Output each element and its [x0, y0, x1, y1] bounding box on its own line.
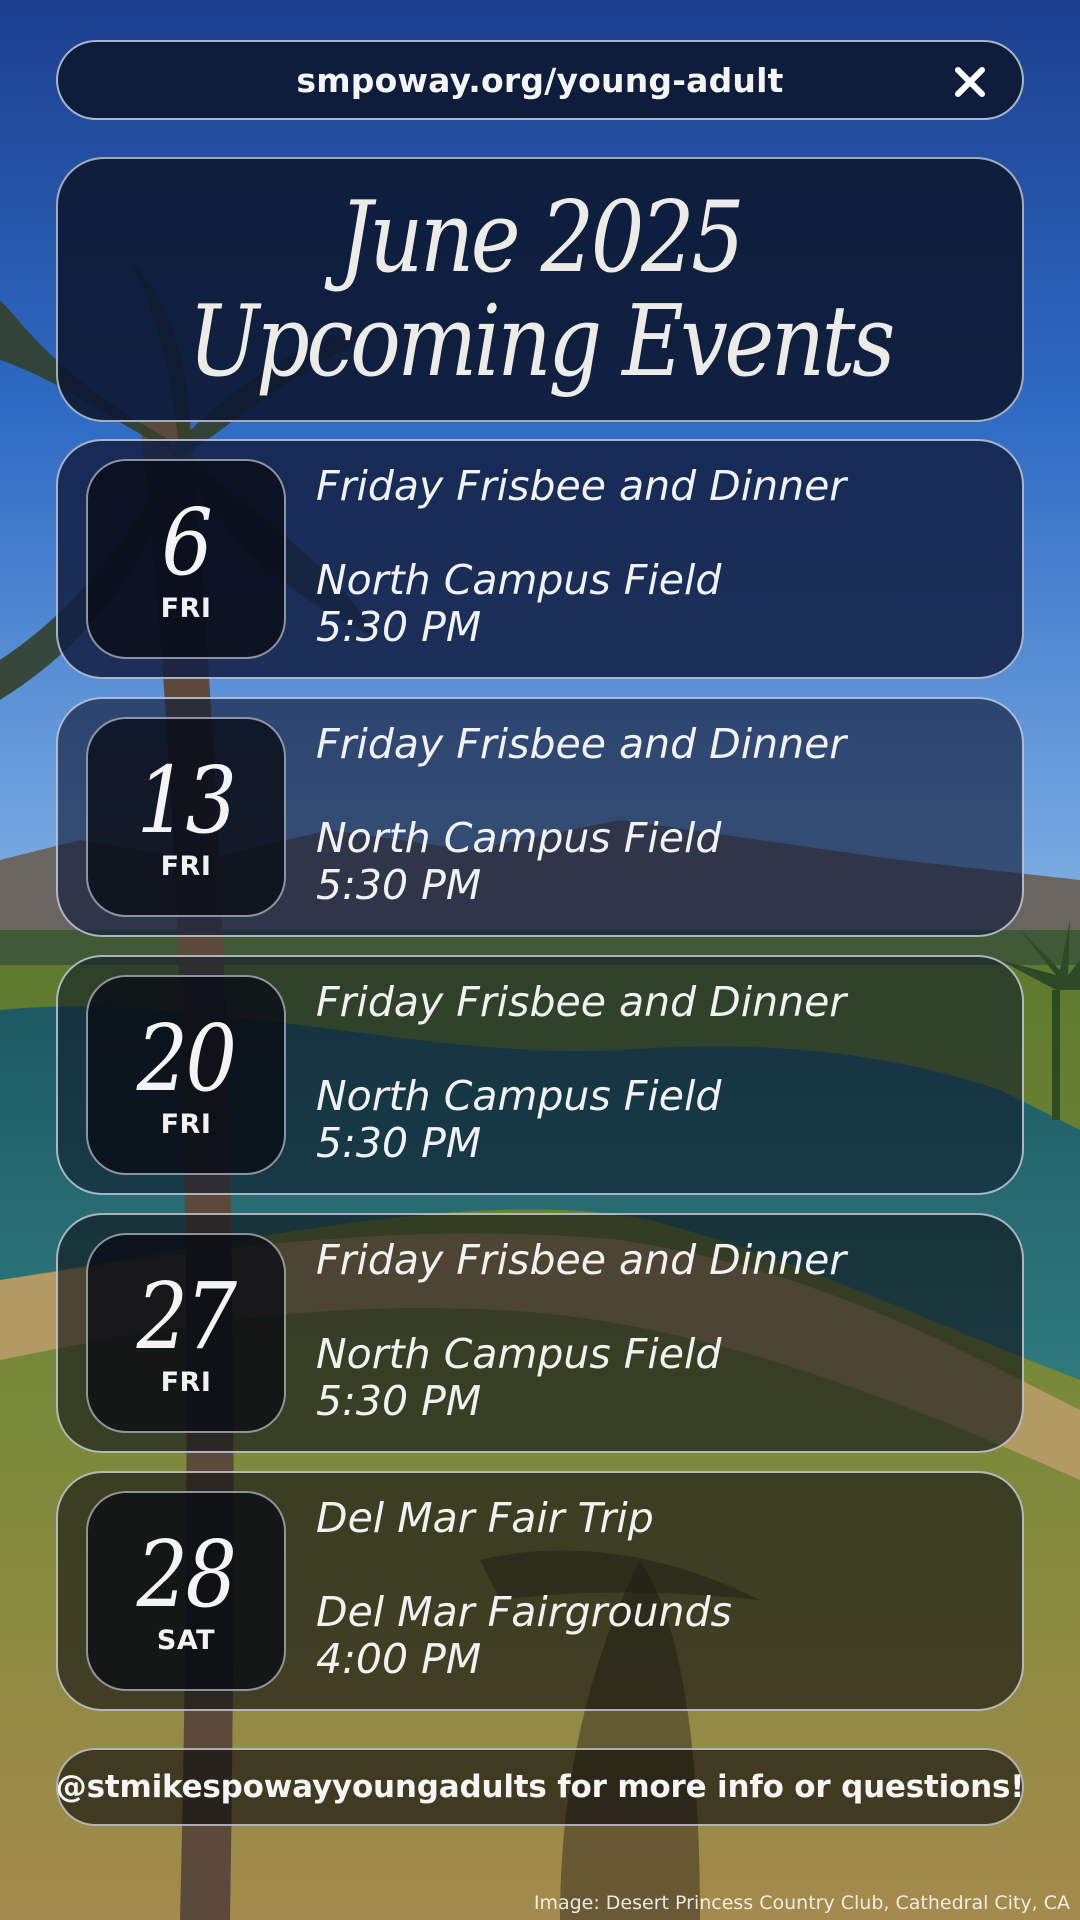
event-time: 4:00 PM: [316, 1635, 482, 1683]
event-location: North Campus Field: [316, 814, 722, 862]
event-location: North Campus Field: [316, 1072, 722, 1120]
close-icon[interactable]: [952, 64, 988, 100]
event-weekday: FRI: [160, 851, 212, 882]
event-title: Friday Frisbee and Dinner: [316, 978, 847, 1026]
date-box: 6 FRI: [86, 459, 286, 659]
event-weekday: SAT: [156, 1625, 216, 1656]
event-info: Friday Frisbee and Dinner North Campus F…: [316, 463, 1006, 651]
event-info: Friday Frisbee and Dinner North Campus F…: [316, 1237, 1006, 1425]
event-info: Del Mar Fair Trip Del Mar Fairgrounds 4:…: [316, 1495, 1006, 1683]
event-day: 6: [161, 489, 213, 596]
event-list: 6 FRI Friday Frisbee and Dinner North Ca…: [56, 439, 1024, 1729]
event-time: 5:30 PM: [316, 603, 482, 651]
url-text[interactable]: smpoway.org/young-adult: [296, 61, 783, 100]
event-day: 13: [137, 747, 237, 854]
date-box: 28 SAT: [86, 1491, 286, 1691]
event-time: 5:30 PM: [316, 1377, 482, 1425]
contact-text[interactable]: @stmikespowayyoungadults for more info o…: [56, 1769, 1025, 1805]
event-card: 13 FRI Friday Frisbee and Dinner North C…: [56, 697, 1024, 937]
event-title: Friday Frisbee and Dinner: [316, 462, 847, 510]
date-box: 13 FRI: [86, 717, 286, 917]
event-title: Friday Frisbee and Dinner: [316, 720, 847, 768]
event-info: Friday Frisbee and Dinner North Campus F…: [316, 721, 1006, 909]
event-card: 20 FRI Friday Frisbee and Dinner North C…: [56, 955, 1024, 1195]
event-weekday: FRI: [160, 593, 212, 624]
event-weekday: FRI: [160, 1109, 212, 1140]
event-day: 27: [137, 1263, 237, 1370]
title-card: June 2025 Upcoming Events: [56, 157, 1024, 422]
event-card: 27 FRI Friday Frisbee and Dinner North C…: [56, 1213, 1024, 1453]
event-location: North Campus Field: [316, 556, 722, 604]
event-time: 5:30 PM: [316, 1119, 482, 1167]
date-box: 20 FRI: [86, 975, 286, 1175]
event-day: 28: [137, 1521, 237, 1628]
event-weekday: FRI: [160, 1367, 212, 1398]
image-credit: Image: Desert Princess Country Club, Cat…: [533, 1892, 1070, 1914]
event-day: 20: [137, 1005, 237, 1112]
title-heading: Upcoming Events: [188, 284, 895, 399]
url-bar[interactable]: smpoway.org/young-adult: [56, 40, 1024, 120]
date-box: 27 FRI: [86, 1233, 286, 1433]
event-card: 6 FRI Friday Frisbee and Dinner North Ca…: [56, 439, 1024, 679]
title-month: June 2025: [338, 180, 745, 295]
event-card: 28 SAT Del Mar Fair Trip Del Mar Fairgro…: [56, 1471, 1024, 1711]
contact-bar[interactable]: @stmikespowayyoungadults for more info o…: [56, 1748, 1024, 1826]
event-location: Del Mar Fairgrounds: [316, 1588, 732, 1636]
flyer: smpoway.org/young-adult June 2025 Upcomi…: [0, 0, 1080, 1920]
event-info: Friday Frisbee and Dinner North Campus F…: [316, 979, 1006, 1167]
event-title: Del Mar Fair Trip: [316, 1494, 654, 1542]
event-time: 5:30 PM: [316, 861, 482, 909]
event-location: North Campus Field: [316, 1330, 722, 1378]
event-title: Friday Frisbee and Dinner: [316, 1236, 847, 1284]
